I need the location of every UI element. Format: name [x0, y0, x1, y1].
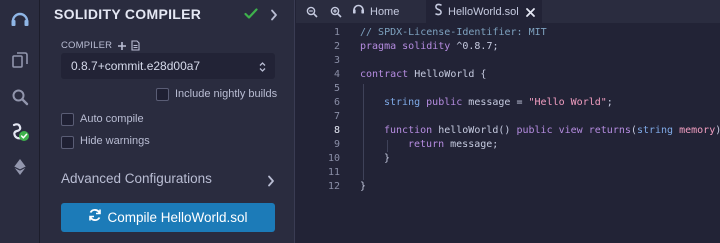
panel-header: SOLIDITY COMPILER: [40, 0, 295, 30]
compile-button[interactable]: Compile HelloWorld.sol: [61, 203, 275, 232]
line-number: 2: [333, 41, 340, 52]
current-line-number: 8: [333, 125, 340, 136]
hide-warnings-checkbox[interactable]: [61, 136, 74, 149]
search-icon[interactable]: [0, 79, 40, 115]
code-token: ;: [606, 97, 613, 108]
code-line-2: pragma solidity ^0.8.7;: [360, 40, 499, 54]
line-number: 12: [327, 181, 340, 192]
code-token: ^0.8.7;: [450, 41, 499, 52]
auto-compile-label[interactable]: Auto compile: [80, 113, 144, 125]
solidity-compiler-icon[interactable]: [0, 114, 40, 150]
code-token: message;: [444, 139, 499, 150]
code-line-4: contract HelloWorld {: [360, 68, 486, 82]
compiler-version-value: 0.8.7+commit.e28d00a7: [71, 59, 201, 73]
code-line-9: return message;: [408, 138, 498, 152]
comment-token: // SPDX-License-Identifier: MIT: [360, 27, 547, 38]
keyword-token: solidity: [402, 41, 451, 52]
zoom-out-icon[interactable]: [306, 5, 318, 23]
compiler-panel: SOLIDITY COMPILER COMPILER 0.8.7+commit.…: [40, 0, 295, 243]
keyword-token: public: [426, 97, 463, 108]
hide-warnings-label[interactable]: Hide warnings: [80, 135, 150, 147]
check-icon: [244, 7, 258, 25]
keyword-token: return: [408, 139, 445, 150]
code-token: helloWorld(): [432, 125, 517, 136]
code-line-10: }: [384, 152, 390, 166]
keyword-token: function: [384, 125, 433, 136]
remix-logo-icon[interactable]: [0, 2, 40, 38]
line-number: 11: [327, 167, 340, 178]
code-token: }: [384, 153, 391, 164]
storage-token: memory: [679, 125, 716, 136]
solidity-file-icon: [434, 3, 443, 21]
indent-guide: [387, 140, 388, 152]
auto-compile-checkbox[interactable]: [61, 113, 74, 126]
keyword-token: returns: [588, 125, 631, 136]
tab-helloworld-label: HelloWorld.sol: [448, 5, 519, 18]
include-nightly-checkbox[interactable]: [156, 88, 169, 101]
line-number: 10: [327, 153, 340, 164]
advanced-configurations-toggle[interactable]: Advanced Configurations: [61, 171, 212, 186]
line-number: 6: [333, 97, 340, 108]
tab-helloworld-sol[interactable]: HelloWorld.sol: [426, 0, 542, 23]
zoom-in-icon[interactable]: [330, 5, 342, 23]
tab-home[interactable]: Home: [352, 0, 424, 23]
code-token: message =: [462, 97, 529, 108]
keyword-token: view: [558, 125, 583, 136]
type-token: string: [636, 125, 674, 136]
select-caret-icon: [259, 60, 266, 78]
code-line-1: // SPDX-License-Identifier: MIT: [360, 26, 547, 40]
tab-home-label: Home: [370, 5, 400, 18]
code-line-8: function helloWorld() public view return…: [384, 124, 720, 138]
code-token: HelloWorld {: [408, 69, 487, 80]
keyword-token: contract: [360, 69, 409, 80]
panel-title: SOLIDITY COMPILER: [54, 6, 202, 22]
string-token: "Hello World": [528, 97, 607, 108]
line-number: 7: [333, 111, 340, 122]
compiler-label: COMPILER: [61, 40, 113, 51]
code-line-6: string public message = "Hello World";: [384, 96, 613, 110]
code-token: }: [360, 181, 367, 192]
compiler-version-select[interactable]: 0.8.7+commit.e28d00a7: [61, 53, 275, 79]
deploy-icon[interactable]: [0, 149, 40, 185]
refresh-icon: [88, 208, 102, 227]
chevron-right-icon[interactable]: [267, 174, 275, 192]
type-token: string: [384, 97, 421, 108]
line-number: 5: [333, 83, 340, 94]
indent-guide: [363, 84, 364, 180]
editor-tab-bar: Home HelloWorld.sol: [296, 0, 720, 23]
include-nightly-label[interactable]: Include nightly builds: [175, 88, 277, 100]
code-token: ){: [715, 125, 720, 136]
close-icon[interactable]: [525, 5, 536, 23]
code-editor[interactable]: 1 2 3 4 5 6 7 8 9 10 11 12 // SPDX-Licen…: [296, 23, 720, 243]
chevron-right-icon[interactable]: [270, 8, 278, 26]
line-number: 1: [333, 27, 340, 38]
line-number: 9: [333, 139, 340, 150]
line-number: 4: [333, 69, 340, 80]
keyword-token: pragma: [360, 41, 397, 52]
icon-rail: [0, 0, 40, 243]
keyword-token: public: [516, 125, 553, 136]
file-explorer-icon[interactable]: [0, 42, 40, 78]
remix-logo-icon: [352, 3, 365, 21]
code-line-12: }: [360, 180, 366, 194]
line-number: 3: [333, 55, 340, 66]
compile-button-label: Compile HelloWorld.sol: [107, 210, 248, 225]
